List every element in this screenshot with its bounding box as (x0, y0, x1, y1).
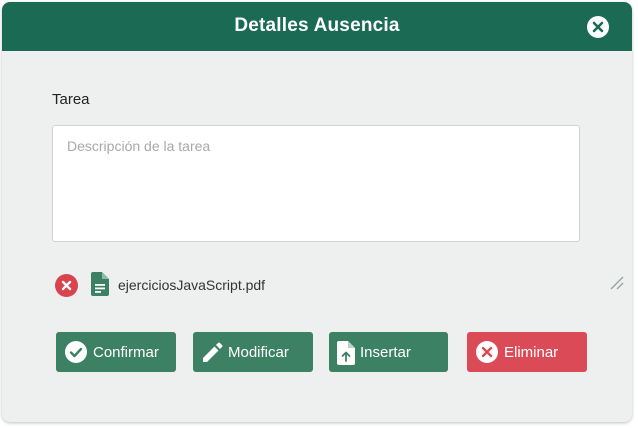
attachment-file-name[interactable]: ejerciciosJavaScript.pdf (118, 277, 265, 293)
remove-icon (61, 280, 72, 291)
task-description-input[interactable] (52, 125, 580, 242)
remove-attachment-button[interactable] (55, 274, 78, 297)
check-circle-icon (65, 341, 87, 363)
document-icon (91, 272, 109, 296)
attachment-row: ejerciciosJavaScript.pdf (55, 272, 315, 298)
resize-handle-icon[interactable] (608, 274, 624, 290)
dialog-title: Detalles Ausencia (234, 15, 400, 36)
absence-details-dialog: Detalles Ausencia Tarea ejerciciosJavaSc… (2, 2, 632, 422)
confirm-label: Confirmar (93, 344, 159, 361)
dialog-header: Detalles Ausencia (2, 2, 632, 51)
insert-button[interactable]: Insertar (329, 332, 448, 372)
close-button[interactable] (587, 16, 609, 38)
file-upload-icon (337, 341, 355, 365)
delete-button[interactable]: Eliminar (467, 332, 587, 372)
delete-label: Eliminar (504, 344, 559, 361)
modify-label: Modificar (228, 344, 289, 361)
pencil-icon (203, 342, 223, 362)
x-circle-icon (476, 341, 498, 363)
insert-label: Insertar (360, 344, 411, 361)
modify-button[interactable]: Modificar (193, 332, 313, 372)
task-label: Tarea (52, 91, 90, 108)
confirm-button[interactable]: Confirmar (56, 332, 176, 372)
close-icon (592, 21, 604, 33)
